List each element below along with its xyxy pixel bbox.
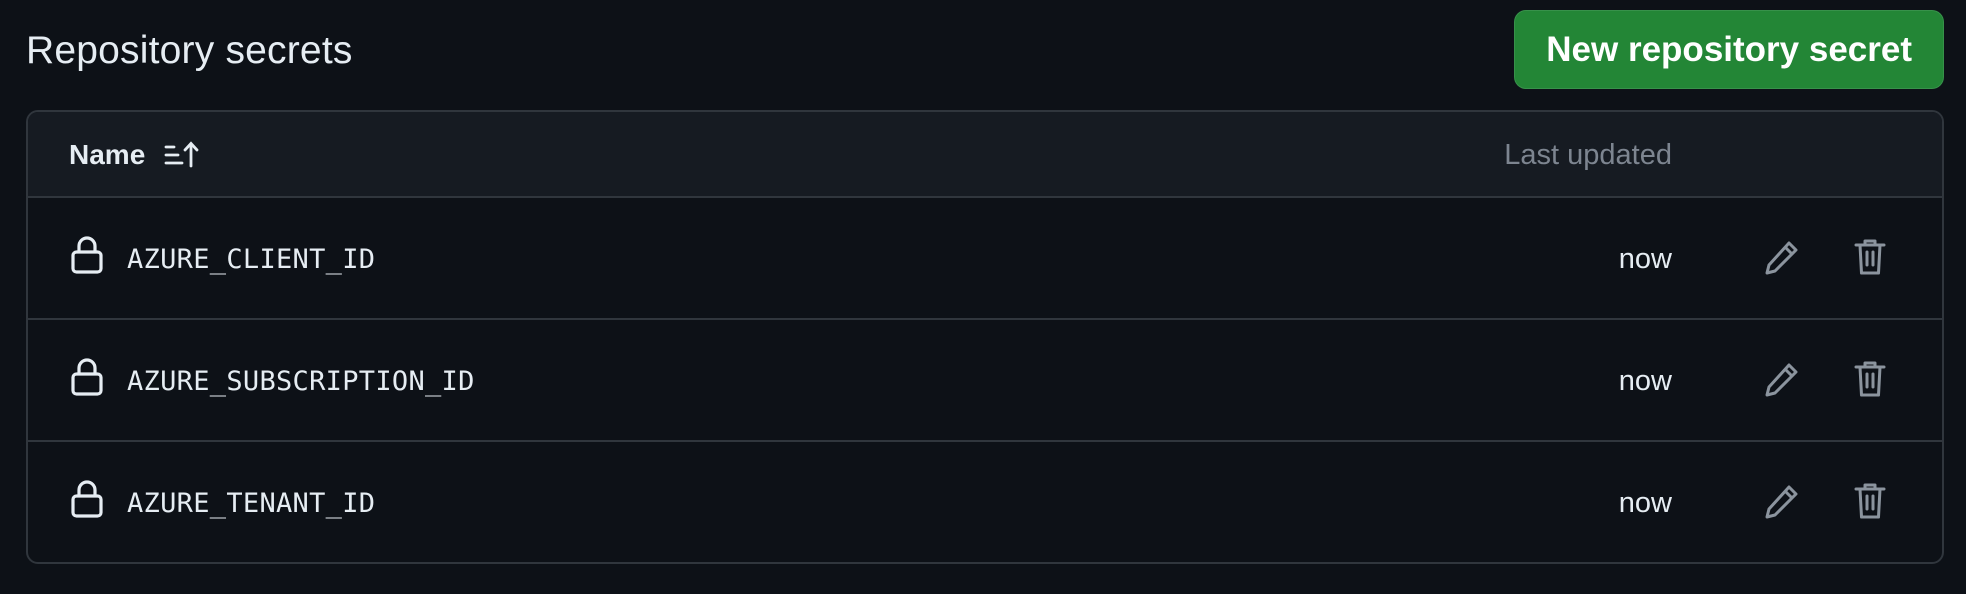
- edit-secret-button[interactable]: [1758, 478, 1806, 526]
- name-column-header: Name: [69, 139, 146, 170]
- edit-secret-button[interactable]: [1758, 356, 1806, 404]
- delete-secret-button[interactable]: [1846, 356, 1894, 404]
- secret-row: AZURE_SUBSCRIPTION_ID now: [28, 320, 1942, 442]
- lock-icon: [70, 357, 104, 397]
- sort-ascending-icon: [163, 140, 199, 170]
- delete-secret-button[interactable]: [1846, 478, 1894, 526]
- lock-icon: [70, 479, 104, 519]
- last-updated-value: now: [1618, 242, 1672, 275]
- lock-icon: [70, 235, 104, 275]
- last-updated-value: now: [1618, 486, 1672, 519]
- secret-name: AZURE_TENANT_ID: [127, 487, 376, 519]
- last-updated-value: now: [1618, 364, 1672, 397]
- pencil-icon: [1762, 237, 1802, 280]
- trash-icon: [1852, 237, 1888, 280]
- sort-by-name-button[interactable]: Name: [69, 112, 199, 198]
- pencil-icon: [1762, 359, 1802, 402]
- delete-secret-button[interactable]: [1846, 234, 1894, 282]
- trash-icon: [1852, 359, 1888, 402]
- pencil-icon: [1762, 481, 1802, 524]
- secret-name: AZURE_SUBSCRIPTION_ID: [127, 365, 475, 397]
- edit-secret-button[interactable]: [1758, 234, 1806, 282]
- secrets-header: Repository secrets New repository secret: [26, 0, 1944, 104]
- secrets-table: Name Last updated AZURE_CLIENT_ID now AZ…: [26, 110, 1944, 564]
- secret-row: AZURE_TENANT_ID now: [28, 442, 1942, 562]
- table-header: Name Last updated: [28, 112, 1942, 198]
- secret-name: AZURE_CLIENT_ID: [127, 243, 376, 275]
- page-title: Repository secrets: [26, 29, 353, 72]
- new-repository-secret-button[interactable]: New repository secret: [1514, 10, 1944, 89]
- trash-icon: [1852, 481, 1888, 524]
- last-updated-column-header: Last updated: [1504, 138, 1672, 171]
- secret-row: AZURE_CLIENT_ID now: [28, 198, 1942, 320]
